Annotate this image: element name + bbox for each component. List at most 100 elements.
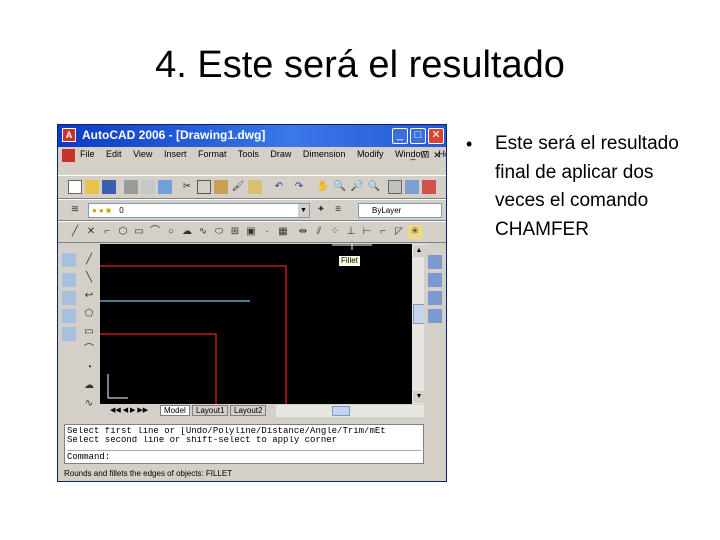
- redo-icon[interactable]: ↷: [292, 180, 306, 194]
- extend-icon[interactable]: ⊢: [360, 225, 374, 239]
- menu-tools[interactable]: Tools: [238, 149, 259, 159]
- construction-line-icon[interactable]: ✕: [84, 225, 98, 239]
- title-bar[interactable]: A AutoCAD 2006 - [Drawing1.dwg] _ □ ✕: [58, 125, 446, 147]
- polyline-icon[interactable]: ⌐: [100, 225, 114, 239]
- menu-draw[interactable]: Draw: [270, 149, 291, 159]
- linetype-value: ByLayer: [372, 206, 402, 215]
- menu-edit[interactable]: Edit: [106, 149, 122, 159]
- line-icon[interactable]: ╱: [68, 225, 82, 239]
- open-icon[interactable]: [85, 180, 99, 194]
- tab-layout1[interactable]: Layout1: [192, 405, 229, 416]
- point-icon[interactable]: ·: [260, 225, 274, 239]
- draw-line-icon[interactable]: ╱: [82, 253, 96, 267]
- doc-minimize-button[interactable]: _: [408, 150, 418, 161]
- fillet-icon[interactable]: ✳: [408, 225, 422, 239]
- window-title: AutoCAD 2006 - [Drawing1.dwg]: [82, 128, 266, 142]
- menu-dimension[interactable]: Dimension: [303, 149, 346, 159]
- menu-format[interactable]: Format: [198, 149, 227, 159]
- new-icon[interactable]: [68, 180, 82, 194]
- draw-pline-icon[interactable]: ↩: [82, 289, 96, 303]
- layer-manager-icon[interactable]: ≋: [68, 203, 82, 217]
- mirror-icon[interactable]: ⇹: [296, 225, 310, 239]
- draw-polygon-icon[interactable]: ⬠: [82, 307, 96, 321]
- draw-order-icon-1[interactable]: [428, 255, 442, 269]
- draw-order-icon-4[interactable]: [428, 309, 442, 323]
- maximize-button[interactable]: □: [410, 128, 426, 144]
- close-button[interactable]: ✕: [428, 128, 444, 144]
- doc-close-button[interactable]: ✕: [432, 150, 442, 161]
- polygon-icon[interactable]: ⬡: [116, 225, 130, 239]
- zoom-realtime-icon[interactable]: 🔍: [333, 180, 347, 194]
- make-current-icon[interactable]: ✦: [314, 203, 328, 217]
- draw-spline-icon[interactable]: ∿: [82, 397, 96, 411]
- draw-order-icon-2[interactable]: [428, 273, 442, 287]
- command-window[interactable]: Select first line or [Undo/Polyline/Dist…: [64, 424, 424, 464]
- color-control[interactable]: ByLayer: [358, 203, 442, 218]
- draw-cloud-icon[interactable]: ☁: [82, 379, 96, 393]
- draw-toolbar-row: ╱ ✕ ⌐ ⬡ ▭ ⌒ ○ ☁ ∿ ⬭ ⊞ ▣ · ▦ ⇹ ⫽ ⁘ ⊥ ⊢ ⌐ …: [58, 221, 446, 243]
- menu-view[interactable]: View: [133, 149, 152, 159]
- h-scroll-thumb[interactable]: [332, 406, 350, 416]
- drawing-area[interactable]: Fillet: [100, 244, 412, 404]
- design-center-icon[interactable]: [405, 180, 419, 194]
- modify-layer-icon[interactable]: [62, 253, 76, 267]
- cut-icon[interactable]: ✂: [180, 180, 194, 194]
- copy-icon[interactable]: [197, 180, 211, 194]
- rectangle-icon[interactable]: ▭: [132, 225, 146, 239]
- make-block-icon[interactable]: ▣: [244, 225, 258, 239]
- publish-icon[interactable]: [158, 180, 172, 194]
- doc-restore-button[interactable]: ❐: [420, 150, 430, 161]
- draw-arc-icon[interactable]: ⌒: [82, 343, 96, 357]
- bullet-list: • Este será el resultado final de aplica…: [466, 130, 686, 244]
- block-editor-icon[interactable]: [248, 180, 262, 194]
- hatch-icon[interactable]: ▦: [276, 225, 290, 239]
- draw-circle-icon[interactable]: ◔: [82, 361, 96, 375]
- layer-previous-icon[interactable]: ≡: [331, 203, 345, 217]
- autocad-window: A AutoCAD 2006 - [Drawing1.dwg] _ □ ✕ Fi…: [57, 124, 447, 482]
- tab-layout2[interactable]: Layout2: [230, 405, 267, 416]
- paste-icon[interactable]: [214, 180, 228, 194]
- zoom-window-icon[interactable]: 🔎: [350, 180, 364, 194]
- print-icon[interactable]: [124, 180, 138, 194]
- trim-icon[interactable]: ⊥: [344, 225, 358, 239]
- slide-title: 4. Este será el resultado: [155, 44, 565, 86]
- array-icon[interactable]: ⁘: [328, 225, 342, 239]
- insert-block-icon[interactable]: ⊞: [228, 225, 242, 239]
- modify-icon-2[interactable]: [62, 273, 76, 287]
- revision-cloud-icon[interactable]: ☁: [180, 225, 194, 239]
- properties-icon[interactable]: [388, 180, 402, 194]
- menu-insert[interactable]: Insert: [164, 149, 187, 159]
- layer-dropdown-arrow[interactable]: ▼: [298, 204, 309, 217]
- zoom-previous-icon[interactable]: 🔍: [367, 180, 381, 194]
- minimize-button[interactable]: _: [392, 128, 408, 144]
- chamfer-icon[interactable]: ◸: [392, 225, 406, 239]
- pan-icon[interactable]: ✋: [316, 180, 330, 194]
- modify-icon-4[interactable]: [62, 309, 76, 323]
- spline-icon[interactable]: ∿: [196, 225, 210, 239]
- tab-model[interactable]: Model: [160, 405, 190, 416]
- modify-icon-3[interactable]: [62, 291, 76, 305]
- layer-combo[interactable]: ● ● ■ 0 ▼: [88, 203, 310, 218]
- offset-icon[interactable]: ⫽: [312, 225, 326, 239]
- draw-order-icon-3[interactable]: [428, 291, 442, 305]
- plot-preview-icon[interactable]: [141, 180, 155, 194]
- draw-rect-icon[interactable]: ▭: [82, 325, 96, 339]
- tab-nav-arrows[interactable]: ◀◀ ◀ ▶ ▶▶: [110, 406, 148, 414]
- tool-palettes-icon[interactable]: [422, 180, 436, 194]
- modify-icon-5[interactable]: [62, 327, 76, 341]
- draw-xline-icon[interactable]: ╲: [82, 271, 96, 285]
- arc-icon[interactable]: ⌒: [148, 225, 162, 239]
- menu-modify[interactable]: Modify: [357, 149, 384, 159]
- match-properties-icon[interactable]: 🖌: [231, 180, 245, 194]
- circle-icon[interactable]: ○: [164, 225, 178, 239]
- menu-file[interactable]: File: [80, 149, 95, 159]
- horizontal-scrollbar[interactable]: [276, 405, 424, 417]
- save-icon[interactable]: [102, 180, 116, 194]
- ellipse-icon[interactable]: ⬭: [212, 225, 226, 239]
- menu-bar: File Edit View Insert Format Tools Draw …: [58, 147, 446, 165]
- undo-icon[interactable]: ↶: [272, 180, 286, 194]
- menu-items: File Edit View Insert Format Tools Draw …: [80, 149, 446, 159]
- layer-state-icons: ● ● ■: [92, 206, 111, 215]
- break-icon[interactable]: ⌐: [376, 225, 390, 239]
- command-prompt[interactable]: Command:: [67, 450, 421, 462]
